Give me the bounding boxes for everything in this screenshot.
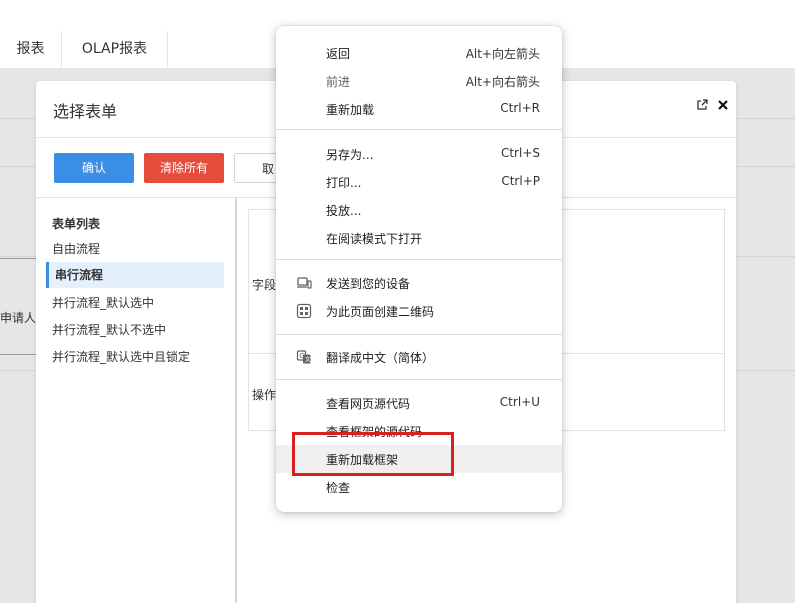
maximize-icon[interactable] [695, 99, 709, 113]
background-divider [0, 258, 36, 259]
menu-item-label: 打印... [326, 176, 362, 190]
menu-item-label: 重新加载 [326, 103, 375, 117]
menu-item-cast[interactable]: 投放... [276, 196, 562, 224]
panel-divider [235, 198, 237, 603]
highlight-annotation-box [292, 432, 454, 476]
menu-item-shortcut: Ctrl+R [500, 101, 540, 115]
menu-item-view-source[interactable]: 查看网页源代码 Ctrl+U [276, 389, 562, 417]
menu-item-shortcut: Ctrl+S [500, 146, 540, 160]
menu-item-reading-mode[interactable]: 在阅读模式下打开 [276, 224, 562, 252]
menu-item-label: 另存为... [326, 148, 374, 162]
clear-all-button[interactable]: 清除所有 [144, 153, 224, 183]
form-list-item[interactable]: 并行流程_默认不选中 [46, 317, 224, 343]
form-list-item-selected[interactable]: 串行流程 [46, 262, 224, 288]
applicant-label: 申请人 [0, 311, 37, 325]
devices-icon [296, 275, 312, 291]
form-list-title: 表单列表 [52, 217, 101, 231]
menu-item-label: 发送到您的设备 [326, 277, 411, 291]
menu-item-inspect[interactable]: 检查 [276, 473, 562, 501]
menu-item-translate[interactable]: G文 翻译成中文（简体） [276, 343, 562, 371]
dialog-title: 选择表单 [53, 102, 118, 121]
action-label: 操作 [252, 388, 277, 402]
menu-item-reload[interactable]: 重新加载 Ctrl+R [276, 95, 562, 123]
menu-item-back[interactable]: 返回 Alt+向左箭头 [276, 39, 562, 67]
menu-item-label: 前进 [326, 75, 351, 89]
menu-separator [276, 129, 562, 130]
form-list-item[interactable]: 自由流程 [46, 236, 224, 262]
menu-item-shortcut: Ctrl+P [501, 174, 540, 188]
menu-item-send-to-devices[interactable]: 发送到您的设备 [276, 269, 562, 297]
qr-code-icon [296, 303, 312, 319]
field-label: 字段 [252, 278, 277, 292]
menu-item-print[interactable]: 打印... Ctrl+P [276, 168, 562, 196]
menu-item-label: 查看网页源代码 [326, 397, 411, 411]
menu-item-save-as[interactable]: 另存为... Ctrl+S [276, 140, 562, 168]
menu-item-label: 在阅读模式下打开 [326, 232, 423, 246]
menu-item-label: 返回 [326, 47, 351, 61]
menu-item-shortcut: Alt+向左箭头 [465, 47, 540, 61]
form-list-item[interactable]: 并行流程_默认选中且锁定 [46, 344, 224, 370]
menu-item-shortcut: Alt+向右箭头 [465, 75, 540, 89]
close-icon[interactable] [716, 99, 730, 113]
background-divider [0, 354, 36, 355]
translate-icon: G文 [296, 349, 312, 365]
nav-tab-olap-report[interactable]: OLAP报表 [62, 31, 168, 69]
menu-separator [276, 259, 562, 260]
menu-separator [276, 334, 562, 335]
svg-text:文: 文 [305, 356, 311, 364]
menu-item-label: 为此页面创建二维码 [326, 305, 435, 319]
menu-item-forward[interactable]: 前进 Alt+向右箭头 [276, 67, 562, 95]
menu-item-label: 投放... [326, 204, 362, 218]
menu-separator [276, 379, 562, 380]
form-list-item[interactable]: 并行流程_默认选中 [46, 290, 224, 316]
confirm-button[interactable]: 确认 [54, 153, 134, 183]
menu-item-create-qr[interactable]: 为此页面创建二维码 [276, 297, 562, 325]
nav-tab-report[interactable]: 报表 [0, 31, 62, 69]
menu-item-label: 检查 [326, 481, 351, 495]
menu-item-label: 翻译成中文（简体） [326, 351, 435, 365]
menu-item-shortcut: Ctrl+U [499, 395, 540, 409]
